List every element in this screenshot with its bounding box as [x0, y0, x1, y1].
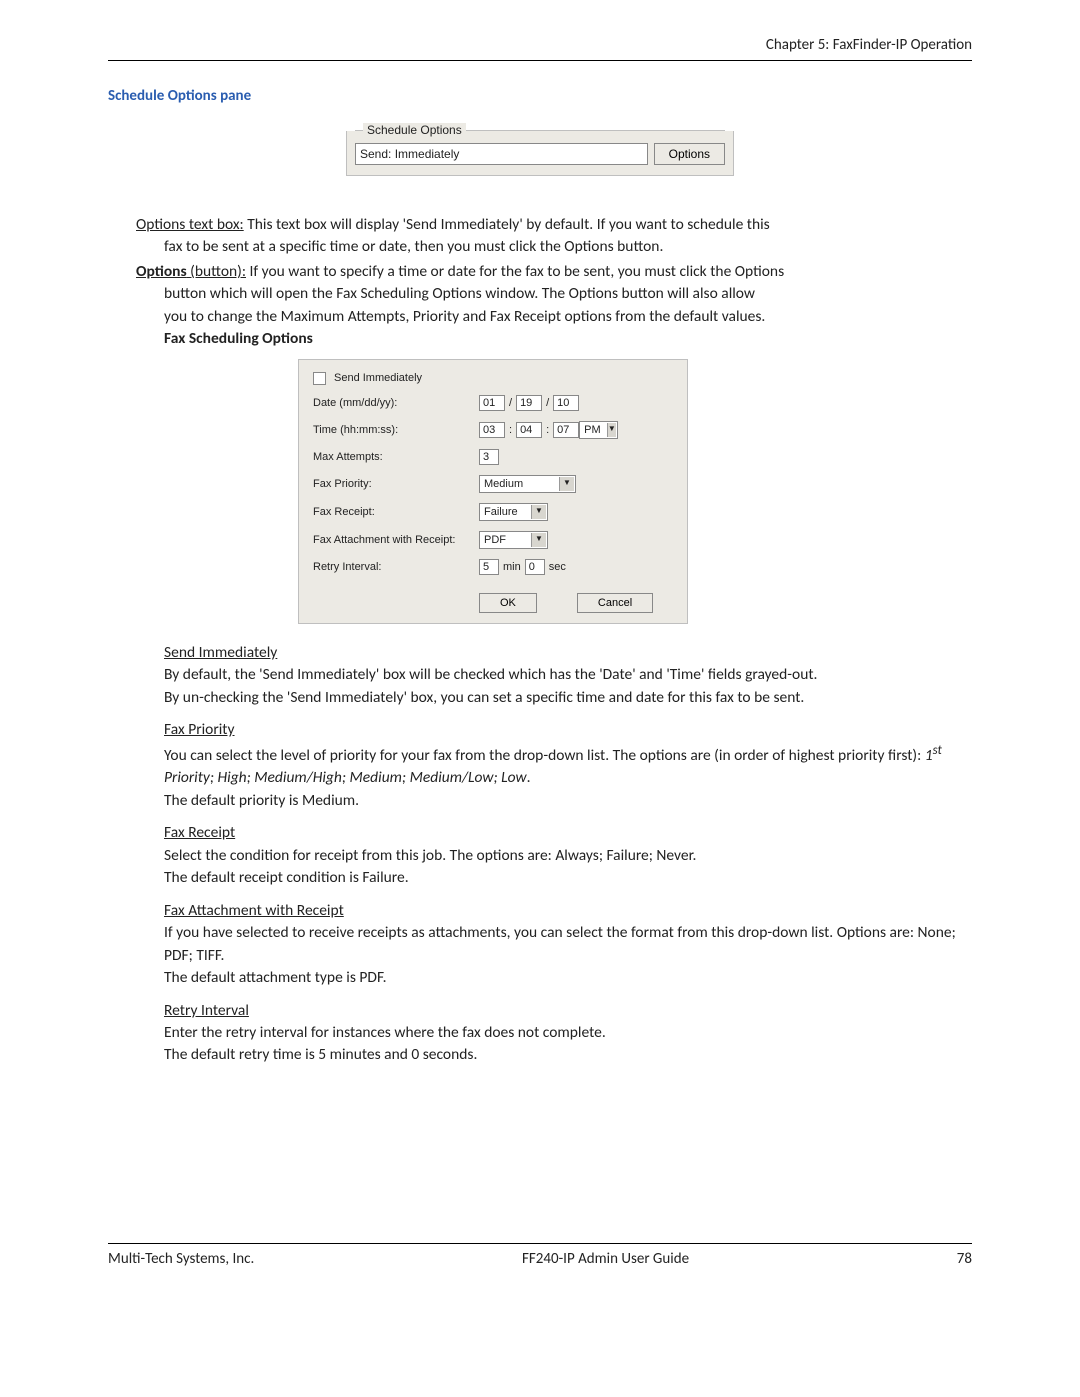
date-sep1: /	[509, 397, 512, 409]
retry-min-unit: min	[503, 561, 521, 573]
retry-interval-head: Retry Interval	[164, 1000, 972, 1022]
footer-right: 78	[957, 1250, 972, 1268]
date-sep2: /	[546, 397, 549, 409]
schedule-options-pane: Schedule Options Send: Immediately Optio…	[346, 131, 734, 176]
fax-receipt-head: Fax Receipt	[164, 822, 972, 844]
time-mm-input[interactable]: 04	[516, 422, 542, 438]
p1-rest1: This text box will display 'Send Immedia…	[244, 215, 770, 234]
chevron-down-icon: ▼	[559, 477, 574, 491]
max-attempts-input[interactable]: 3	[479, 449, 499, 465]
options-button-lead: Options	[136, 262, 187, 281]
date-dd-input[interactable]: 19	[516, 395, 542, 411]
fax-attachment-head: Fax Attachment with Receipt	[164, 900, 972, 922]
fax-priority-head: Fax Priority	[164, 719, 972, 741]
chevron-down-icon: ▼	[531, 505, 546, 519]
footer-left: Multi-Tech Systems, Inc.	[108, 1250, 254, 1268]
fax-attachment-select[interactable]: PDF ▼	[479, 531, 548, 549]
page-header: Chapter 5: FaxFinder-IP Operation	[108, 36, 972, 61]
retry-min-input[interactable]: 5	[479, 559, 499, 575]
options-button-lead2: (button):	[187, 262, 246, 281]
send-immediately-head: Send Immediately	[164, 642, 972, 664]
send-immediately-p1: By default, the 'Send Immediately' box w…	[164, 664, 972, 686]
retry-interval-label: Retry Interval:	[313, 561, 479, 573]
fax-receipt-value: Failure	[484, 506, 518, 518]
body-text: Options text box: This text box will dis…	[108, 214, 972, 351]
ok-button[interactable]: OK	[479, 593, 537, 613]
fax-receipt-select[interactable]: Failure ▼	[479, 503, 548, 521]
date-yy-input[interactable]: 10	[553, 395, 579, 411]
fax-priority-label: Fax Priority:	[313, 478, 479, 490]
fax-receipt-p1: Select the condition for receipt from th…	[164, 845, 972, 867]
chevron-down-icon: ▼	[531, 533, 546, 547]
options-textbox-lead: Options text box:	[136, 215, 244, 234]
fieldset-line-left	[355, 130, 363, 131]
fax-priority-p1a: You can select the level of priority for…	[164, 746, 925, 765]
fax-receipt-label: Fax Receipt:	[313, 506, 479, 518]
p2-rest3: you to change the Maximum Attempts, Prio…	[164, 307, 765, 326]
fax-attachment-p2: The default attachment type is PDF.	[164, 967, 972, 989]
ampm-select[interactable]: PM ▼	[579, 421, 618, 439]
send-immediately-label: Send Immediately	[334, 372, 422, 384]
date-label: Date (mm/dd/yy):	[313, 397, 479, 409]
p2-rest1: If you want to specify a time or date fo…	[246, 262, 784, 281]
ampm-value: PM	[584, 424, 601, 436]
p2-rest2: button which will open the Fax Schedulin…	[164, 284, 755, 303]
section-title: Schedule Options pane	[108, 87, 972, 105]
page-footer: Multi-Tech Systems, Inc. FF240-IP Admin …	[108, 1243, 972, 1268]
send-textbox[interactable]: Send: Immediately	[355, 143, 648, 165]
fax-attachment-value: PDF	[484, 534, 506, 546]
fax-scheduling-options-subhead: Fax Scheduling Options	[108, 328, 972, 350]
time-sep2: :	[546, 424, 549, 436]
send-immediately-p2: By un-checking the 'Send Immediately' bo…	[164, 687, 972, 709]
fax-priority-select[interactable]: Medium ▼	[479, 475, 576, 493]
fax-attachment-p1: If you have selected to receive receipts…	[164, 922, 972, 967]
fieldset-line-right	[466, 130, 725, 131]
retry-sec-input[interactable]: 0	[525, 559, 545, 575]
options-button[interactable]: Options	[654, 143, 725, 165]
fax-priority-value: Medium	[484, 478, 523, 490]
time-ss-input[interactable]: 07	[553, 422, 579, 438]
max-attempts-label: Max Attempts:	[313, 451, 479, 463]
fieldset-legend: Schedule Options	[363, 123, 466, 137]
retry-interval-p1: Enter the retry interval for instances w…	[164, 1022, 972, 1044]
time-label: Time (hh:mm:ss):	[313, 424, 479, 436]
p1-rest2: fax to be sent at a specific time or dat…	[164, 237, 663, 256]
footer-center: FF240-IP Admin User Guide	[522, 1250, 689, 1268]
time-hh-input[interactable]: 03	[479, 422, 505, 438]
fax-attachment-label: Fax Attachment with Receipt:	[313, 534, 479, 546]
fax-priority-p2: The default priority is Medium.	[164, 790, 972, 812]
chapter-title: Chapter 5: FaxFinder-IP Operation	[766, 36, 972, 54]
chevron-down-icon: ▼	[607, 423, 617, 437]
fax-receipt-p2: The default receipt condition is Failure…	[164, 867, 972, 889]
cancel-button[interactable]: Cancel	[577, 593, 653, 613]
date-mm-input[interactable]: 01	[479, 395, 505, 411]
retry-interval-p2: The default retry time is 5 minutes and …	[164, 1044, 972, 1066]
fax-scheduling-options-dialog: Send Immediately Date (mm/dd/yy): 01 / 1…	[298, 359, 688, 624]
time-sep1: :	[509, 424, 512, 436]
fax-priority-p1end: .	[527, 768, 531, 787]
retry-sec-unit: sec	[549, 561, 566, 573]
send-immediately-checkbox[interactable]	[313, 372, 326, 385]
